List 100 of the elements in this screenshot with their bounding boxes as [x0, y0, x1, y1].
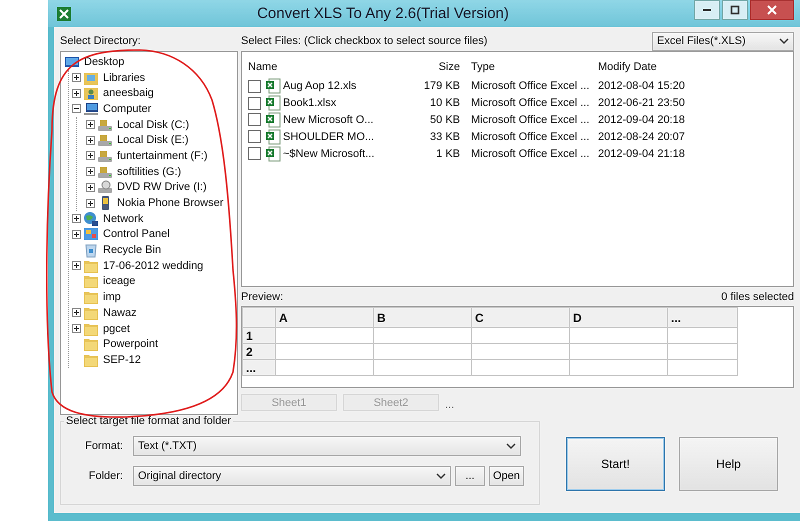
column-header[interactable]: Modify Date [594, 61, 724, 73]
tree-item[interactable]: funtertainment (F:) [117, 150, 208, 162]
column-header: B [374, 308, 472, 328]
browse-button[interactable]: ... [455, 466, 485, 486]
column-header[interactable]: Name [242, 61, 410, 73]
tree-item[interactable]: Local Disk (E:) [117, 134, 189, 146]
column-header[interactable]: Type [466, 61, 594, 73]
spreadsheet-file-icon [265, 95, 281, 112]
modify-date: 2012-09-04 20:18 [597, 114, 686, 126]
collapse-toggle[interactable] [72, 104, 81, 114]
tree-item[interactable]: Powerpoint [103, 338, 158, 350]
expand-toggle[interactable] [72, 324, 81, 334]
row-header: 2 [242, 344, 276, 360]
tree-item[interactable]: aneesbaig [103, 87, 154, 100]
expand-toggle[interactable] [72, 230, 81, 239]
file-type: Microsoft Office Excel ... [470, 97, 590, 110]
tree-item[interactable]: Control Panel [103, 228, 170, 240]
computer-icon [83, 100, 99, 117]
maximize-icon [730, 5, 740, 15]
file-type: Microsoft Office Excel ... [470, 114, 590, 126]
folder-icon [83, 336, 99, 352]
column-header: C [472, 308, 570, 328]
modify-date: 2012-06-21 23:50 [597, 97, 686, 110]
checkbox[interactable] [248, 80, 261, 93]
expand-toggle[interactable] [72, 88, 81, 98]
spreadsheet-icon [56, 6, 72, 22]
tree-item[interactable]: softilities (G:) [117, 166, 182, 178]
grid-cell [668, 360, 738, 376]
minimize-icon [702, 9, 712, 11]
checkbox[interactable] [248, 113, 261, 126]
file-name: Book1.xlsx [283, 97, 336, 110]
format-dropdown[interactable]: Text (*.TXT) [133, 436, 521, 456]
drive-icon [97, 132, 113, 148]
caret-icon [779, 38, 789, 44]
globe-icon [83, 210, 99, 227]
modify-date: 2012-09-04 21:18 [597, 148, 686, 160]
format-label: Format: [84, 440, 124, 452]
tree-item[interactable]: DVD RW Drive (I:) [117, 181, 207, 194]
file-size: 1 KB [435, 148, 461, 160]
tree-item[interactable]: Nokia Phone Browser [117, 197, 224, 210]
minimize-button[interactable] [694, 0, 720, 20]
close-button[interactable] [750, 0, 794, 20]
column-header[interactable]: Size [410, 61, 466, 73]
expand-toggle[interactable] [86, 167, 95, 176]
file-type: Microsoft Office Excel ... [470, 130, 590, 143]
tree-item[interactable]: iceage [103, 275, 136, 288]
spreadsheet-file-icon [265, 146, 281, 162]
spreadsheet-file-icon [265, 78, 281, 94]
expand-toggle[interactable] [72, 308, 81, 318]
modify-date: 2012-08-04 15:20 [597, 80, 686, 92]
folder-label: Folder: [88, 470, 124, 482]
column-header: D [570, 308, 668, 328]
tree-item[interactable]: Desktop [84, 56, 124, 68]
tree-item[interactable]: Network [103, 212, 144, 225]
file-size: 179 KB [422, 80, 461, 92]
checkbox[interactable] [248, 130, 261, 144]
user-folder-icon [83, 85, 99, 102]
tree-item[interactable]: pgcet [103, 322, 130, 335]
maximize-button[interactable] [722, 0, 748, 20]
tree-item[interactable]: Local Disk (C:) [117, 118, 190, 131]
column-header: A [276, 308, 374, 328]
control-panel-icon [83, 226, 99, 242]
action-button[interactable]: Help [679, 437, 778, 491]
row-header: ... [242, 360, 276, 376]
expand-toggle[interactable] [72, 261, 81, 270]
expand-toggle[interactable] [86, 198, 95, 208]
file-type: Microsoft Office Excel ... [470, 148, 590, 160]
close-icon [767, 5, 777, 15]
folder-dropdown[interactable]: Original directory [133, 466, 451, 486]
expand-toggle[interactable] [72, 73, 81, 82]
files-label: Select Files: (Click checkbox to select source files) [241, 35, 488, 47]
modify-date: 2012-08-24 20:07 [597, 130, 686, 143]
expand-toggle[interactable] [86, 151, 95, 160]
tree-item[interactable]: 17-06-2012 wedding [103, 260, 204, 272]
tree-item[interactable]: imp [103, 291, 121, 304]
checkbox[interactable] [248, 147, 261, 160]
expand-toggle[interactable] [86, 120, 95, 130]
recycle-bin-icon [83, 242, 99, 258]
file-name: Aug Aop 12.xls [283, 80, 356, 92]
selection-count: 0 files selected [721, 291, 794, 303]
file-name: ~$New Microsoft... [283, 148, 374, 160]
tree-item[interactable]: Computer [103, 102, 152, 115]
file-name: SHOULDER MO... [283, 130, 374, 143]
caret-icon [436, 473, 446, 479]
folder-icon [83, 273, 99, 290]
tree-item[interactable]: Libraries [103, 72, 146, 84]
tree-item[interactable]: SEP-12 [103, 354, 141, 366]
expand-toggle[interactable] [86, 182, 95, 192]
folder-icon [83, 289, 99, 306]
tree-item[interactable]: Recycle Bin [103, 244, 162, 256]
open-button[interactable]: Open [489, 466, 524, 486]
checkbox[interactable] [248, 96, 261, 110]
expand-toggle[interactable] [72, 214, 81, 224]
more-sheets: ... [445, 398, 454, 411]
tree-item[interactable]: Nawaz [103, 306, 137, 319]
directory-label: Select Directory: [60, 34, 142, 49]
action-button[interactable]: Start! [566, 437, 665, 491]
spreadsheet-file-icon [265, 112, 281, 128]
expand-toggle[interactable] [86, 136, 95, 145]
filter-dropdown[interactable]: Excel Files(*.XLS) [652, 32, 794, 50]
